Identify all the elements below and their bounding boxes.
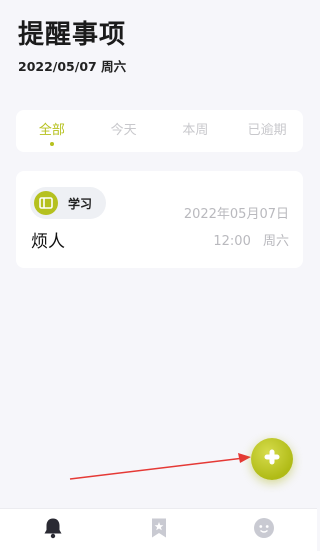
tab-today[interactable]: 今天 <box>88 110 160 152</box>
nav-reminders[interactable] <box>0 509 106 551</box>
bell-icon <box>43 517 63 543</box>
page-title: 提醒事项 <box>18 20 127 50</box>
reminder-weekday: 周六 <box>262 234 289 249</box>
tab-overdue-label: 已逾期 <box>247 123 287 138</box>
tab-all[interactable]: 全部 <box>16 110 88 152</box>
page-header: 提醒事项 2022/05/07 周六 <box>18 18 126 75</box>
add-icon <box>263 448 281 470</box>
tab-this-week[interactable]: 本周 <box>160 110 232 152</box>
tab-this-week-label: 本周 <box>182 123 209 138</box>
tab-today-label: 今天 <box>110 123 137 138</box>
smiley-face-icon <box>253 517 275 543</box>
nav-profile[interactable] <box>211 509 317 551</box>
book-icon <box>34 191 58 215</box>
bookmark-star-icon <box>150 517 168 543</box>
active-tab-indicator <box>49 142 54 146</box>
reminder-time-row: 12:00 周六 <box>213 230 289 249</box>
bottom-navigation <box>0 508 317 551</box>
tab-overdue[interactable]: 已逾期 <box>231 110 303 152</box>
add-reminder-button[interactable] <box>251 438 293 480</box>
nav-favorites[interactable] <box>106 509 212 551</box>
category-chip: 学习 <box>30 187 107 219</box>
category-label: 学习 <box>68 196 93 211</box>
current-date: 2022/05/07 周六 <box>18 59 127 74</box>
reminder-date: 2022年05月07日 <box>183 207 289 222</box>
tab-all-label: 全部 <box>38 123 65 138</box>
reminder-card[interactable]: 学习 2022年05月07日 烦人 12:00 周六 <box>16 171 303 268</box>
reminder-time: 12:00 <box>213 234 251 249</box>
filter-tabs: 全部 今天 本周 已逾期 <box>16 110 303 152</box>
reminder-title: 烦人 <box>31 232 65 252</box>
